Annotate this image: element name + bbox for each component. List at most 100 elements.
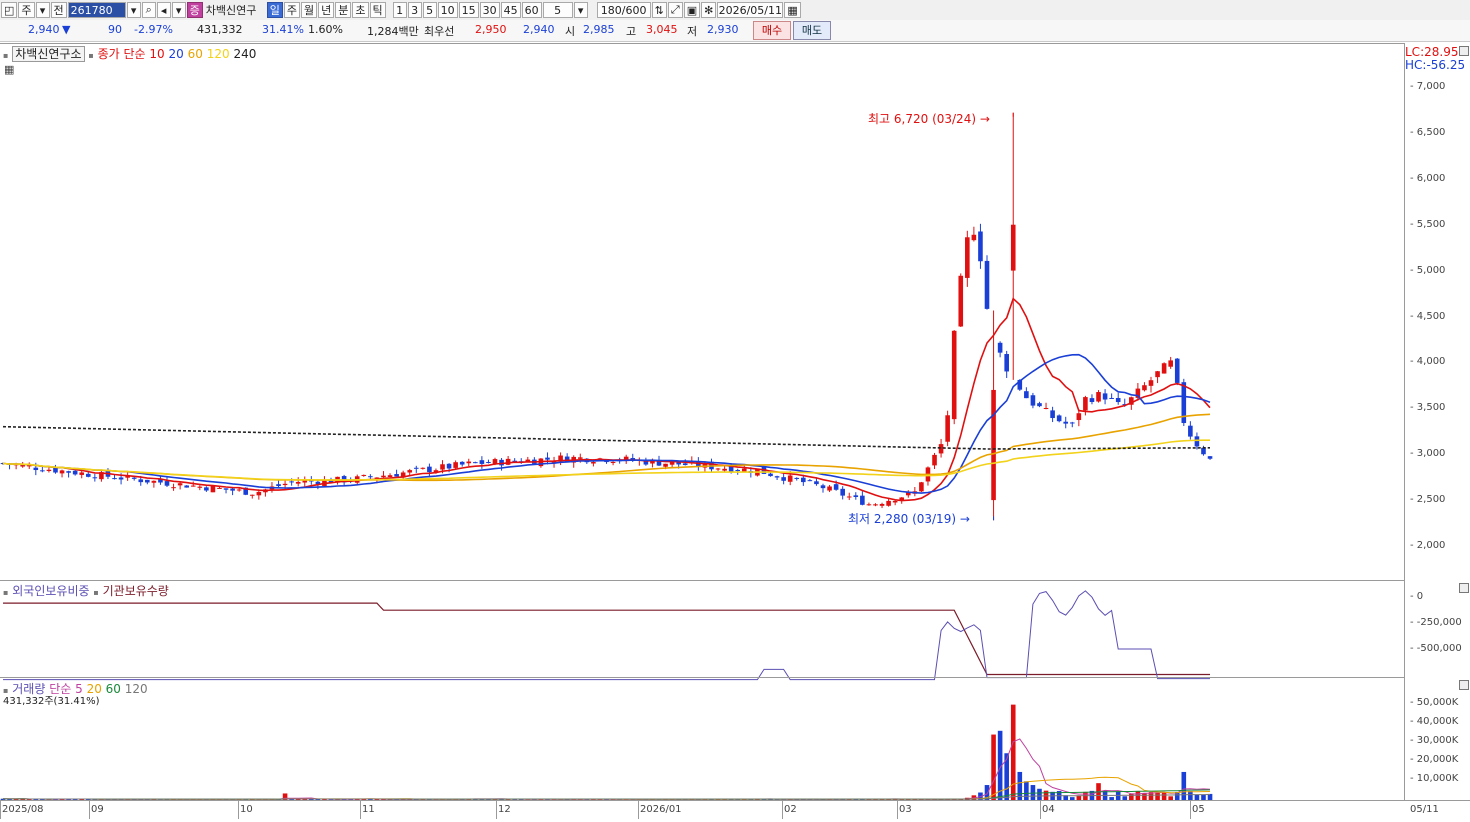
candle-body xyxy=(178,483,183,485)
candle-body xyxy=(919,482,924,491)
low-annotation-text: 최저 2,280 (03/19) xyxy=(848,512,956,526)
candle-body xyxy=(814,481,819,484)
candle-body xyxy=(1162,363,1167,373)
candle-body xyxy=(276,484,281,486)
x-axis xyxy=(0,800,1470,822)
candle-body xyxy=(834,484,839,490)
volume-ma5-line xyxy=(3,739,1210,799)
panel-expand-icon[interactable] xyxy=(1459,680,1469,690)
price-legend: ▪ 차백신연구소 ▪ 종가 단순 10 20 60 120 240 xyxy=(3,45,256,62)
x-axis-tick xyxy=(238,801,239,819)
x-axis-label: 03 xyxy=(899,804,912,815)
candle-body xyxy=(466,462,471,464)
candle-body xyxy=(1116,398,1121,402)
candle-body xyxy=(808,480,813,481)
candle-body xyxy=(972,235,977,240)
candle-body xyxy=(191,486,196,487)
grid-toggle-icon[interactable]: ▦ xyxy=(4,63,14,76)
volume-bar xyxy=(1024,781,1029,800)
candle-body xyxy=(1090,398,1095,402)
current-volume: 431,332주(31.41%) xyxy=(3,692,100,707)
price-axis-label: - 5,500 xyxy=(1410,219,1445,230)
volume-bar xyxy=(1182,772,1187,800)
volume-bar xyxy=(1031,785,1036,800)
legend-ma-title[interactable]: 종가 단순 xyxy=(98,47,146,61)
lc-value: LC:28.95 xyxy=(1405,45,1458,59)
ma240-line xyxy=(3,427,1210,449)
legend-foreign-holding[interactable]: 외국인보유비중 xyxy=(12,584,89,598)
candle-body xyxy=(683,463,688,465)
x-axis-tick xyxy=(782,801,783,819)
volume-axis-label: - 10,000K xyxy=(1410,773,1458,784)
x-axis-end-label: 05/11 xyxy=(1410,804,1439,815)
price-axis-label: - 3,500 xyxy=(1410,402,1445,413)
candle-body xyxy=(663,464,668,467)
volume-bar xyxy=(1162,792,1167,800)
price-axis-label: - 4,500 xyxy=(1410,311,1445,322)
candle-body xyxy=(224,488,229,489)
candle-body xyxy=(886,501,891,506)
candle-body xyxy=(506,459,511,465)
legend-stock-name[interactable]: 차백신연구소 xyxy=(12,46,84,62)
price-axis-label: - 6,500 xyxy=(1410,127,1445,138)
candle-body xyxy=(34,468,39,470)
candle-body xyxy=(545,458,550,460)
holding-axis-label: - -500,000 xyxy=(1410,643,1462,654)
price-axis-label: - 2,500 xyxy=(1410,494,1445,505)
x-axis-tick xyxy=(638,801,639,819)
candle-body xyxy=(362,475,367,476)
candle-body xyxy=(801,478,806,482)
price-axis-label: - 4,000 xyxy=(1410,356,1445,367)
panel-expand-icon[interactable] xyxy=(1459,46,1469,56)
candle-body xyxy=(1188,426,1193,437)
candle-body xyxy=(427,467,432,473)
candle-body xyxy=(1195,436,1200,446)
price-axis-label: - 6,000 xyxy=(1410,173,1445,184)
volume-bar xyxy=(1155,792,1160,800)
candle-body xyxy=(211,486,216,492)
candle-body xyxy=(460,462,465,465)
candle-body xyxy=(1155,371,1160,377)
high-annotation-text: 최고 6,720 (03/24) xyxy=(868,112,976,126)
ma10-line xyxy=(3,299,1210,501)
legend-ma20[interactable]: 20 xyxy=(169,47,184,61)
candle-body xyxy=(1168,360,1173,366)
volume-ma60-line xyxy=(3,790,1210,799)
x-axis-tick xyxy=(360,801,361,819)
legend-volume-ma60[interactable]: 60 xyxy=(106,682,121,696)
candle-body xyxy=(414,468,419,469)
y-axis-divider xyxy=(1404,43,1405,800)
legend-institution-holding[interactable]: 기관보유수량 xyxy=(103,584,169,598)
candle-body xyxy=(165,481,170,486)
candle-body xyxy=(578,457,583,459)
candle-body xyxy=(840,489,845,496)
candle-body xyxy=(368,476,373,477)
candle-body xyxy=(473,462,478,463)
candle-body xyxy=(998,343,1003,353)
price-chart-canvas[interactable] xyxy=(0,0,1470,821)
candle-body xyxy=(1149,380,1154,386)
candle-body xyxy=(198,487,203,488)
volume-axis-label: - 50,000K xyxy=(1410,697,1458,708)
legend-ma240[interactable]: 240 xyxy=(233,47,256,61)
candle-body xyxy=(93,477,98,478)
legend-ma10[interactable]: 10 xyxy=(149,47,164,61)
legend-volume-ma120[interactable]: 120 xyxy=(125,682,148,696)
candle-body xyxy=(112,478,117,479)
candle-body xyxy=(945,415,950,441)
volume-ma120-line xyxy=(3,795,1210,800)
candle-body xyxy=(1031,395,1036,405)
volume-bar xyxy=(1044,791,1049,800)
candle-body xyxy=(296,482,301,484)
candle-body xyxy=(138,479,143,482)
price-axis-label: - 3,000 xyxy=(1410,448,1445,459)
candle-body xyxy=(991,390,996,500)
candle-body xyxy=(716,468,721,469)
candle-body xyxy=(145,480,150,483)
candle-body xyxy=(611,462,616,463)
panel-expand-icon[interactable] xyxy=(1459,583,1469,593)
legend-ma60[interactable]: 60 xyxy=(188,47,203,61)
legend-ma120[interactable]: 120 xyxy=(207,47,230,61)
x-axis-tick xyxy=(1190,801,1191,819)
volume-axis-label: - 30,000K xyxy=(1410,735,1458,746)
